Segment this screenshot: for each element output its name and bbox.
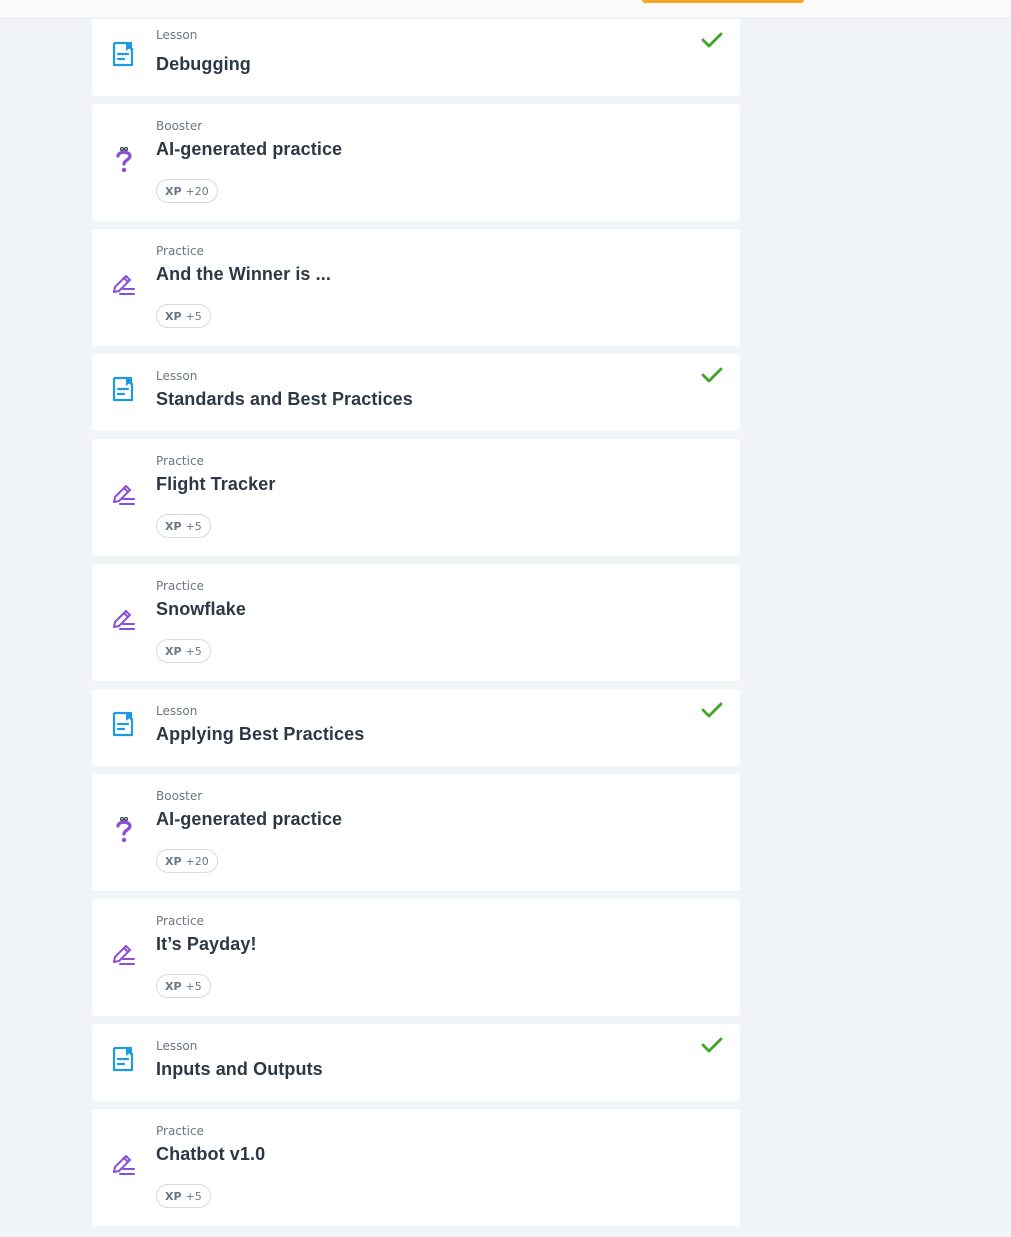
list-item-practice[interactable]: Practice It’s Payday! XP +5 [92,899,740,1016]
xp-badge: XP +5 [156,514,211,538]
xp-label: XP [165,854,182,868]
lesson-icon [111,710,137,738]
practice-pencil-icon [111,940,137,968]
item-title[interactable]: Debugging [156,54,251,75]
booster-question-icon [111,145,137,173]
xp-value: +5 [185,1189,202,1203]
list-item-booster[interactable]: Booster AI-generated practice XP +20 [92,104,740,221]
item-title[interactable]: Chatbot v1.0 [156,1144,265,1165]
completed-check-icon [701,31,723,49]
xp-label: XP [165,1189,182,1203]
item-title[interactable]: Standards and Best Practices [156,389,413,410]
xp-badge: XP +20 [156,849,218,873]
lesson-icon [111,40,137,68]
completed-check-icon [701,701,723,719]
xp-badge: XP +5 [156,1184,211,1208]
practice-pencil-icon [111,1150,137,1178]
item-title[interactable]: Snowflake [156,599,246,620]
list-item-lesson[interactable]: Lesson Applying Best Practices [92,689,740,766]
item-type-label: Practice [156,579,204,593]
xp-value: +20 [185,184,209,198]
xp-value: +20 [185,854,209,868]
list-item-practice[interactable]: Practice Flight Tracker XP +5 [92,439,740,556]
item-type-label: Practice [156,454,204,468]
list-item-booster[interactable]: Booster AI-generated practice XP +20 [92,774,740,891]
item-type-label: Booster [156,789,203,803]
item-type-label: Booster [156,119,203,133]
xp-value: +5 [185,644,202,658]
item-type-label: Practice [156,1124,204,1138]
item-title[interactable]: Applying Best Practices [156,724,364,745]
xp-badge: XP +5 [156,304,211,328]
item-title[interactable]: AI-generated practice [156,809,342,830]
item-title[interactable]: It’s Payday! [156,934,257,955]
list-item-practice[interactable]: Practice And the Winner is ... XP +5 [92,229,740,346]
lesson-icon [111,375,137,403]
xp-label: XP [165,309,182,323]
item-type-label: Lesson [156,28,198,42]
booster-question-icon [111,815,137,843]
completed-check-icon [701,1036,723,1054]
item-title[interactable]: Inputs and Outputs [156,1059,323,1080]
top-accent-bar [642,0,804,3]
xp-value: +5 [185,519,202,533]
item-type-label: Practice [156,914,204,928]
completed-check-icon [701,366,723,384]
item-type-label: Lesson [156,1039,198,1053]
item-title[interactable]: Flight Tracker [156,474,275,495]
xp-badge: XP +5 [156,974,211,998]
list-item-lesson[interactable]: Lesson Inputs and Outputs [92,1024,740,1101]
item-type-label: Lesson [156,704,198,718]
list-item-practice[interactable]: Practice Snowflake XP +5 [92,564,740,681]
lesson-icon [111,1045,137,1073]
xp-label: XP [165,519,182,533]
xp-value: +5 [185,309,202,323]
item-title[interactable]: And the Winner is ... [156,264,331,285]
item-type-label: Lesson [156,369,198,383]
xp-label: XP [165,184,182,198]
item-title[interactable]: AI-generated practice [156,139,342,160]
xp-value: +5 [185,979,202,993]
xp-badge: XP +20 [156,179,218,203]
practice-pencil-icon [111,605,137,633]
lesson-list: Lesson Debugging Booster AI-generated pract… [92,19,740,1234]
list-item-practice[interactable]: Practice Chatbot v1.0 XP +5 [92,1109,740,1226]
practice-pencil-icon [111,270,137,298]
item-type-label: Practice [156,244,204,258]
list-item-lesson[interactable]: Lesson Debugging [92,19,740,96]
top-bar [0,0,1011,19]
xp-badge: XP +5 [156,639,211,663]
practice-pencil-icon [111,480,137,508]
list-item-lesson[interactable]: Lesson Standards and Best Practices [92,354,740,431]
xp-label: XP [165,979,182,993]
xp-label: XP [165,644,182,658]
